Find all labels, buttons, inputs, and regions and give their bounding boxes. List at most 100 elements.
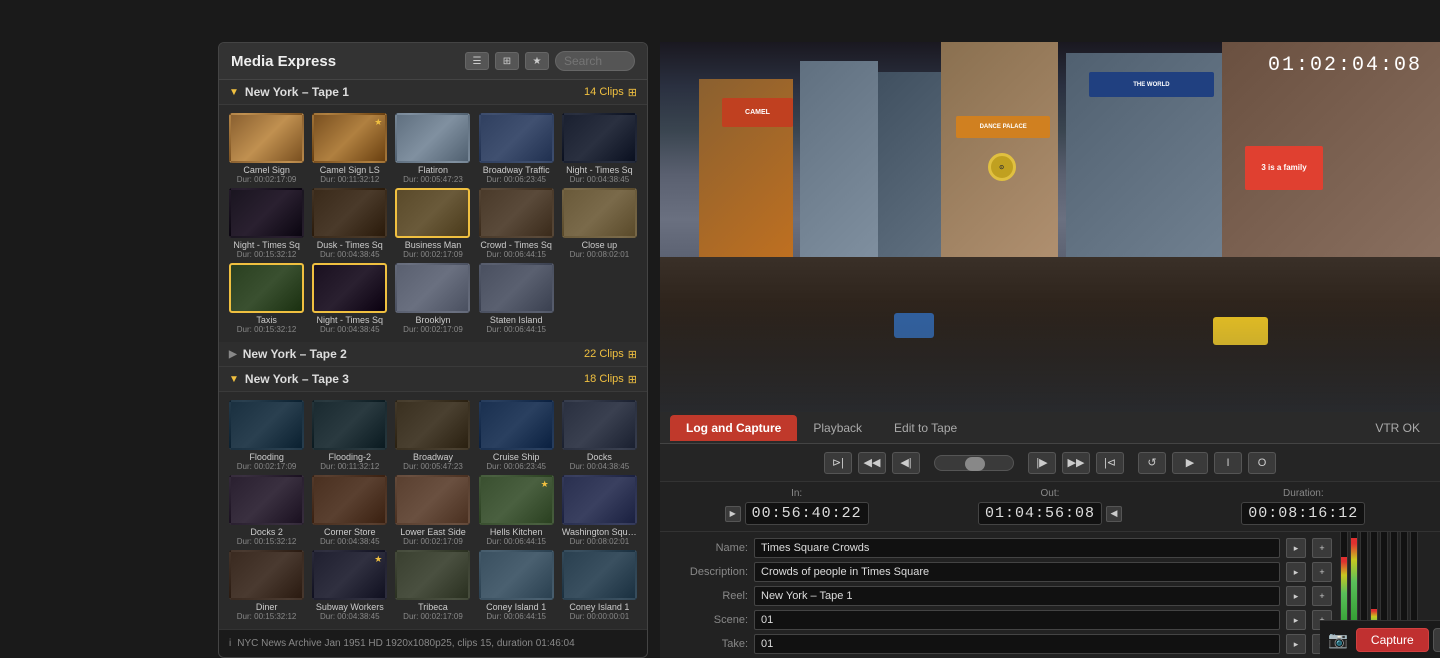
clip-item[interactable]: Night - Times SqDur: 00:04:38:45 bbox=[560, 113, 639, 184]
clip-duration: Dur: 00:15:32:12 bbox=[229, 325, 304, 334]
tape1-clip-count: 14 Clips ⊞ bbox=[584, 86, 637, 99]
clip-name: Night - Times Sq bbox=[229, 240, 304, 250]
clip-thumbnail bbox=[395, 113, 470, 163]
sign-right: THE WORLD bbox=[1089, 72, 1214, 98]
clip-thumbnail bbox=[312, 263, 387, 313]
mark-out-button[interactable]: O bbox=[1248, 452, 1276, 474]
play-button[interactable]: ▶ bbox=[1172, 452, 1208, 474]
clip-name: Camel Sign LS bbox=[312, 165, 387, 175]
meta-reel-btn1[interactable]: ▸ bbox=[1286, 586, 1306, 606]
left-content: ▼ New York – Tape 1 14 Clips ⊞ Camel Sig… bbox=[219, 80, 647, 629]
tape3-section-left: ▼ New York – Tape 3 bbox=[229, 372, 349, 386]
go-to-in-button[interactable]: ⊳| bbox=[824, 452, 852, 474]
clip-duration: Dur: 00:04:38:45 bbox=[312, 325, 387, 334]
clip-item[interactable]: FlatironDur: 00:05:47:23 bbox=[393, 113, 472, 184]
clip-item[interactable]: TribecaDur: 00:02:17:09 bbox=[393, 550, 472, 621]
meta-scene-input[interactable] bbox=[754, 610, 1280, 630]
clip-item[interactable]: DinerDur: 00:15:32:12 bbox=[227, 550, 306, 621]
fast-forward-button[interactable]: ▶▶ bbox=[1062, 452, 1090, 474]
go-to-out-button[interactable]: |⊲ bbox=[1096, 452, 1124, 474]
clip-item[interactable]: TaxisDur: 00:15:32:12 bbox=[227, 263, 306, 334]
clip-name: Brooklyn bbox=[395, 315, 470, 325]
clip-item[interactable]: Camel SignDur: 00:02:17:09 bbox=[227, 113, 306, 184]
clip-item[interactable]: Night - Times SqDur: 00:15:32:12 bbox=[227, 188, 306, 259]
meta-take-btn1[interactable]: ▸ bbox=[1286, 634, 1306, 654]
capture-button[interactable]: Capture bbox=[1356, 628, 1429, 652]
clip-item[interactable]: Docks 2Dur: 00:15:32:12 bbox=[227, 475, 306, 546]
clip-item[interactable]: Night - Times SqDur: 00:04:38:45 bbox=[310, 263, 389, 334]
clip-item[interactable]: BroadwayDur: 00:05:47:23 bbox=[393, 400, 472, 471]
tc-out-value[interactable]: 01:04:56:08 bbox=[978, 502, 1102, 525]
meta-desc-btn2[interactable]: + bbox=[1312, 562, 1332, 582]
tc-dur-value[interactable]: 00:08:16:12 bbox=[1241, 502, 1365, 525]
meta-name-input[interactable] bbox=[754, 538, 1280, 558]
clip-duration: Dur: 00:08:02:01 bbox=[562, 537, 637, 546]
clip-item[interactable]: ★Camel Sign LSDur: 00:11:32:12 bbox=[310, 113, 389, 184]
tc-out-label: Out: bbox=[1041, 488, 1060, 499]
clip-duration: Dur: 00:11:32:12 bbox=[312, 175, 387, 184]
clip-thumbnail: ★ bbox=[312, 550, 387, 600]
clip-duration: Dur: 00:08:02:01 bbox=[562, 250, 637, 259]
clip-item[interactable]: Cruise ShipDur: 00:06:23:45 bbox=[477, 400, 556, 471]
clip-duration: Dur: 00:02:17:09 bbox=[395, 612, 470, 621]
clip-item[interactable]: Crowd - Times SqDur: 00:06:44:15 bbox=[477, 188, 556, 259]
tape3-section-header[interactable]: ▼ New York – Tape 3 18 Clips ⊞ bbox=[219, 367, 647, 392]
clip-item[interactable]: FloodingDur: 00:02:17:09 bbox=[227, 400, 306, 471]
tab-log-capture[interactable]: Log and Capture bbox=[670, 415, 797, 441]
clip-item[interactable]: Broadway TrafficDur: 00:06:23:45 bbox=[477, 113, 556, 184]
clip-duration: Dur: 00:04:38:45 bbox=[562, 462, 637, 471]
meta-desc-input[interactable] bbox=[754, 562, 1280, 582]
clip-item[interactable]: BrooklynDur: 00:02:17:09 bbox=[393, 263, 472, 334]
meta-reel-input[interactable] bbox=[754, 586, 1280, 606]
clip-item[interactable]: ★Subway WorkersDur: 00:04:38:45 bbox=[310, 550, 389, 621]
tab-playback[interactable]: Playback bbox=[797, 415, 878, 441]
tape3-arrow: ▼ bbox=[229, 374, 239, 385]
clip-item[interactable]: ★Hells KitchenDur: 00:06:44:15 bbox=[477, 475, 556, 546]
tape1-section-header[interactable]: ▼ New York – Tape 1 14 Clips ⊞ bbox=[219, 80, 647, 105]
clip-thumbnail bbox=[229, 550, 304, 600]
tab-edit-to-tape[interactable]: Edit to Tape bbox=[878, 415, 973, 441]
clip-item[interactable]: Dusk - Times SqDur: 00:04:38:45 bbox=[310, 188, 389, 259]
meta-name-btn2[interactable]: + bbox=[1312, 538, 1332, 558]
tape2-section-header[interactable]: ▶ New York – Tape 2 22 Clips ⊞ bbox=[219, 342, 647, 367]
clip-name: Flooding bbox=[229, 452, 304, 462]
step-forward-button[interactable]: |▶ bbox=[1028, 452, 1056, 474]
search-input[interactable] bbox=[555, 51, 635, 71]
clip-duration: Dur: 00:04:38:45 bbox=[312, 537, 387, 546]
jog-shuttle[interactable] bbox=[934, 455, 1014, 471]
tape2-clip-count: 22 Clips ⊞ bbox=[584, 348, 637, 361]
clip-button[interactable]: Clip bbox=[1433, 628, 1440, 652]
tc-out-mark-button[interactable]: ◀ bbox=[1106, 506, 1122, 522]
clip-name: Tribeca bbox=[395, 602, 470, 612]
clip-item[interactable]: Lower East SideDur: 00:02:17:09 bbox=[393, 475, 472, 546]
clip-item[interactable]: Flooding-2Dur: 00:11:32:12 bbox=[310, 400, 389, 471]
step-back-button[interactable]: ◀| bbox=[892, 452, 920, 474]
meta-scene-btn1[interactable]: ▸ bbox=[1286, 610, 1306, 630]
list-view-button[interactable]: ☰ bbox=[465, 52, 489, 70]
tc-in-play-button[interactable]: ▶ bbox=[725, 506, 741, 522]
star-view-button[interactable]: ★ bbox=[525, 52, 549, 70]
clip-name: Flooding-2 bbox=[312, 452, 387, 462]
clip-item[interactable]: DocksDur: 00:04:38:45 bbox=[560, 400, 639, 471]
clip-item[interactable]: Staten IslandDur: 00:06:44:15 bbox=[477, 263, 556, 334]
jog-knob[interactable] bbox=[965, 457, 985, 471]
clip-item[interactable]: Business ManDur: 00:02:17:09 bbox=[393, 188, 472, 259]
rewind-button[interactable]: ◀◀ bbox=[858, 452, 886, 474]
clip-duration: Dur: 00:04:38:45 bbox=[562, 175, 637, 184]
mark-in-button[interactable]: I bbox=[1214, 452, 1242, 474]
clip-item[interactable]: Coney Island 1Dur: 00:00:00:01 bbox=[560, 550, 639, 621]
tc-in-value[interactable]: 00:56:40:22 bbox=[745, 502, 869, 525]
clip-item[interactable]: Close upDur: 00:08:02:01 bbox=[560, 188, 639, 259]
building-2 bbox=[800, 61, 878, 265]
meta-name-btn1[interactable]: ▸ bbox=[1286, 538, 1306, 558]
clip-item[interactable]: Corner StoreDur: 00:04:38:45 bbox=[310, 475, 389, 546]
left-header: Media Express ☰ ⊞ ★ bbox=[219, 43, 647, 80]
loop-button[interactable]: ↺ bbox=[1138, 452, 1166, 474]
clip-thumbnail bbox=[312, 475, 387, 525]
meta-desc-btn1[interactable]: ▸ bbox=[1286, 562, 1306, 582]
meta-take-input[interactable] bbox=[754, 634, 1280, 654]
clip-item[interactable]: Washington SquareDur: 00:08:02:01 bbox=[560, 475, 639, 546]
grid-view-button[interactable]: ⊞ bbox=[495, 52, 519, 70]
clip-item[interactable]: Coney Island 1Dur: 00:06:44:15 bbox=[477, 550, 556, 621]
meta-reel-btn2[interactable]: + bbox=[1312, 586, 1332, 606]
